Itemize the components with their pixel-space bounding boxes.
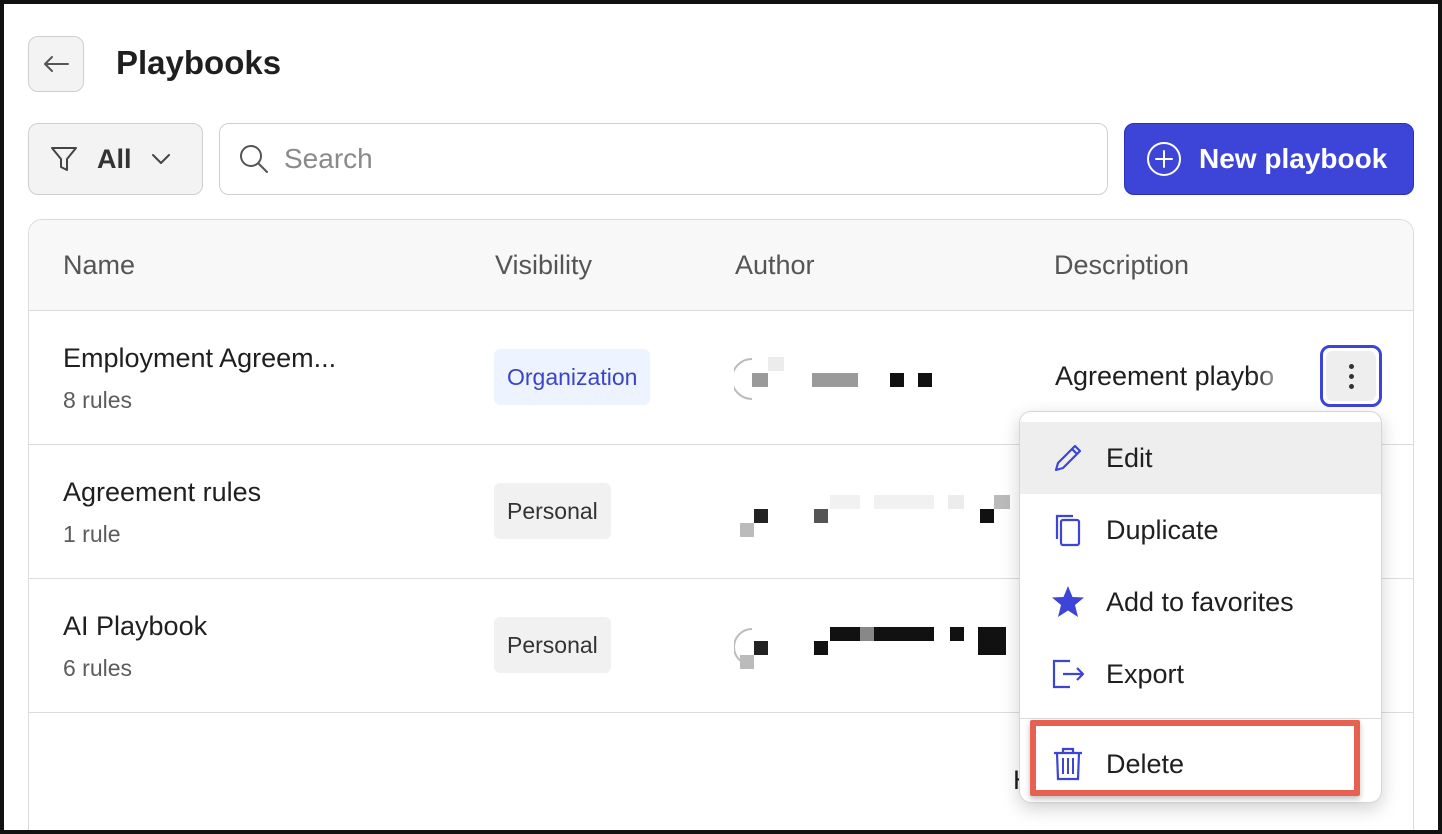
menu-item-label: Export (1106, 658, 1185, 689)
menu-item-delete[interactable]: Delete (1020, 728, 1381, 800)
author-redacted (734, 485, 1024, 541)
row-actions-menu: Edit Duplicate Add to favorites Export D… (1019, 411, 1382, 803)
plus-circle-icon (1147, 142, 1181, 176)
search-input[interactable] (284, 143, 1064, 175)
rule-count: 6 rules (63, 655, 133, 681)
author-redacted (734, 619, 1024, 675)
column-header-visibility[interactable]: Visibility (495, 250, 592, 281)
chevron-down-icon (151, 154, 170, 164)
column-header-description[interactable]: Description (1054, 250, 1189, 281)
playbook-name[interactable]: Employment Agreem... (63, 343, 336, 374)
back-button[interactable] (28, 36, 84, 92)
filter-label: All (97, 143, 132, 174)
table-header: Name Visibility Author Description (29, 220, 1413, 311)
search-icon (240, 145, 268, 173)
column-header-name[interactable]: Name (63, 250, 135, 281)
trash-icon (1050, 746, 1086, 782)
menu-item-label: Duplicate (1106, 514, 1219, 545)
menu-item-label: Add to favorites (1106, 586, 1294, 617)
column-header-author[interactable]: Author (735, 250, 815, 281)
funnel-icon (51, 147, 77, 171)
filter-dropdown[interactable]: All (28, 123, 203, 195)
search-field[interactable] (219, 123, 1108, 195)
page-title: Playbooks (116, 44, 282, 81)
arrow-left-icon (44, 56, 69, 72)
menu-item-duplicate[interactable]: Duplicate (1020, 494, 1381, 566)
playbook-name[interactable]: AI Playbook (63, 611, 207, 642)
star-icon (1050, 584, 1086, 620)
menu-item-export[interactable]: Export (1020, 638, 1381, 710)
row-actions-button[interactable] (1320, 345, 1382, 407)
menu-item-label: Edit (1106, 442, 1153, 473)
new-playbook-button[interactable]: New playbook (1124, 123, 1414, 195)
app-window: Playbooks All New playbook Name Visibili… (0, 0, 1442, 834)
menu-item-add-to-favorites[interactable]: Add to favorites (1020, 566, 1381, 638)
author-redacted (734, 351, 1024, 407)
rule-count: 1 rule (63, 521, 121, 547)
playbook-description: Agreement playbo (1055, 361, 1275, 391)
rule-count: 8 rules (63, 387, 133, 413)
copy-icon (1050, 512, 1086, 548)
visibility-badge: Personal (494, 617, 611, 673)
menu-item-label: Delete (1106, 748, 1185, 779)
pencil-icon (1050, 440, 1086, 476)
avatar-icon (734, 358, 753, 400)
visibility-badge: Organization (494, 349, 651, 405)
playbook-name[interactable]: Agreement rules (63, 477, 261, 508)
visibility-badge: Personal (494, 483, 611, 539)
menu-item-edit[interactable]: Edit (1020, 422, 1381, 494)
export-icon (1050, 656, 1086, 692)
new-playbook-label: New playbook (1199, 143, 1388, 174)
menu-divider (1020, 718, 1381, 719)
